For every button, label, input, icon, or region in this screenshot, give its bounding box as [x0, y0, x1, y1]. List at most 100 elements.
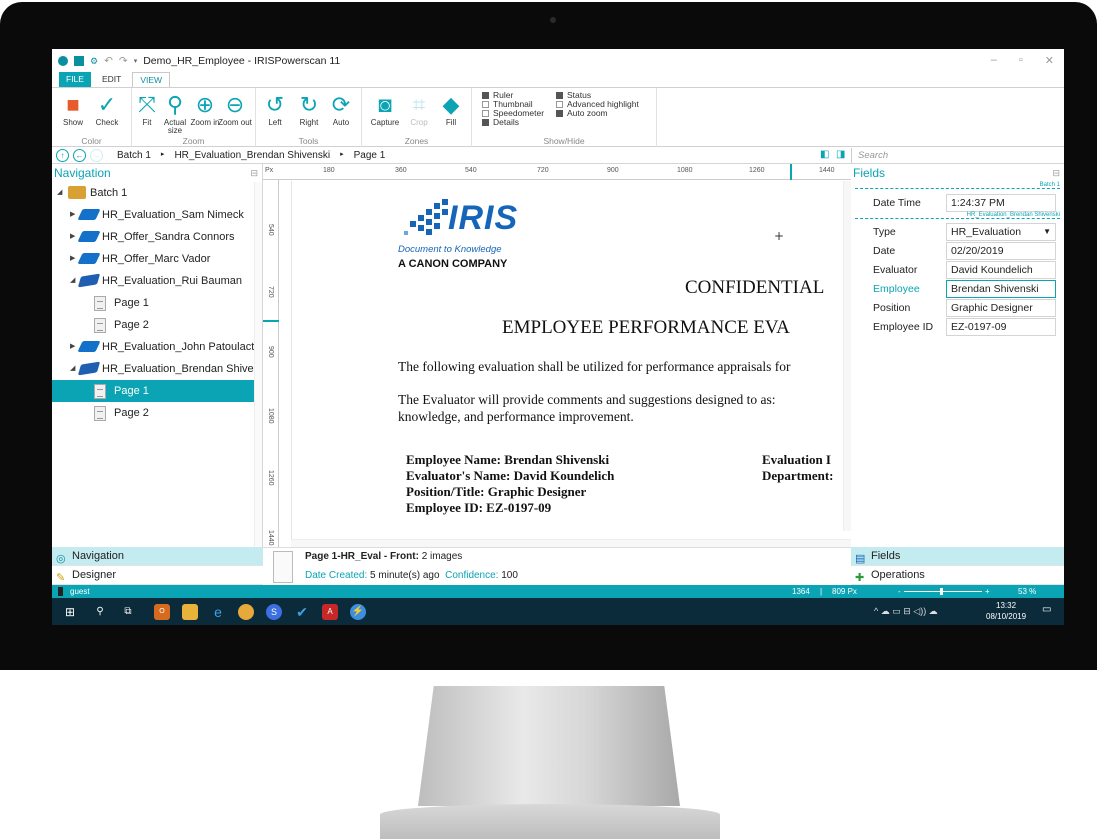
- tree-item-page[interactable]: Page 1: [52, 292, 262, 314]
- zoom-out-button[interactable]: ⊖ Zoom out: [218, 91, 252, 127]
- breadcrumb-item[interactable]: HR_Evaluation_Brendan Shivenski: [174, 150, 330, 161]
- type-dropdown[interactable]: HR_Evaluation ▼: [946, 223, 1056, 241]
- tree-item-document[interactable]: ▶ HR_Offer_Sandra Connors: [52, 226, 262, 248]
- operations-tab[interactable]: ✚ Operations: [851, 566, 1064, 585]
- capture-button[interactable]: ◙ Capture: [368, 91, 402, 127]
- windows-start-icon[interactable]: ⊞: [62, 604, 78, 620]
- skype-icon[interactable]: S: [266, 604, 282, 620]
- ruler-tick: 1260: [749, 167, 765, 174]
- document-horizontal-scrollbar[interactable]: [291, 539, 851, 547]
- field-value[interactable]: EZ-0197-09: [946, 318, 1056, 336]
- up-icon[interactable]: ↑: [56, 148, 69, 162]
- dropdown-arrow-icon: ▼: [1043, 227, 1051, 236]
- actual-size-button[interactable]: ⚲ Actual size: [158, 91, 192, 135]
- check-color-button[interactable]: ✓ Check: [90, 91, 124, 127]
- tree-item-page-selected[interactable]: Page 1: [52, 380, 262, 402]
- status-coord-x: 1364: [792, 587, 810, 596]
- field-value[interactable]: 02/20/2019: [946, 242, 1056, 260]
- ruler-marker: [790, 164, 792, 180]
- rotate-right-button[interactable]: ↻ Right: [292, 91, 326, 127]
- document-vertical-scrollbar[interactable]: [843, 181, 851, 531]
- ruler-unit: Px: [265, 167, 274, 174]
- open-folder-icon[interactable]: [74, 56, 84, 66]
- tab-file[interactable]: FILE: [59, 72, 91, 88]
- field-value[interactable]: 1:24:37 PM: [946, 194, 1056, 212]
- tree-item-document[interactable]: ▶ HR_Evaluation_John Patoulact: [52, 336, 262, 358]
- zoom-in-small-icon[interactable]: +: [985, 585, 990, 598]
- auto-zoom-checkbox[interactable]: Auto zoom: [556, 108, 608, 118]
- tree-item-document[interactable]: ◢ HR_Evaluation_Rui Bauman: [52, 270, 262, 292]
- field-value[interactable]: Brendan Shivenski: [946, 280, 1056, 298]
- document-page[interactable]: IRIS Document to Knowledge A CANON COMPA…: [291, 181, 846, 540]
- file-explorer-icon[interactable]: [182, 604, 198, 620]
- breadcrumb-item[interactable]: Page 1: [354, 150, 386, 161]
- navigation-scrollbar[interactable]: [254, 182, 262, 547]
- next-page-icon[interactable]: ◨: [836, 149, 845, 160]
- ruler-tick: 720: [537, 167, 549, 174]
- details-checkbox[interactable]: Details: [482, 117, 519, 127]
- doc-paragraph: The following evaluation shall be utiliz…: [398, 359, 791, 374]
- pdf-icon[interactable]: A: [322, 604, 338, 620]
- expand-arrow-icon[interactable]: ◢: [57, 182, 62, 204]
- monitor: ⚙ ↶ ↷ ▾ Demo_HR_Employee - IRISPowerscan…: [0, 0, 1097, 839]
- ribbon-group-label: Tools: [298, 136, 319, 146]
- auto-rotate-button[interactable]: ⟳ Auto: [324, 91, 358, 127]
- search-input[interactable]: Search: [851, 148, 1064, 163]
- tree-item-document[interactable]: ▶ HR_Evaluation_Sam Nimeck: [52, 204, 262, 226]
- system-tray-icons[interactable]: ^ ☁ ▭ ⊟ ◁)) ☁: [874, 606, 938, 617]
- designer-tab[interactable]: ✎ Designer: [52, 566, 263, 585]
- tab-view[interactable]: VIEW: [132, 72, 171, 88]
- check-app-icon[interactable]: ✔: [294, 604, 310, 620]
- tree-item-page[interactable]: Page 2: [52, 314, 262, 336]
- pin-icon[interactable]: ⊟: [250, 164, 258, 182]
- forward-icon[interactable]: →: [90, 148, 103, 162]
- breadcrumb-item[interactable]: Batch 1: [117, 150, 151, 161]
- search-icon[interactable]: ⚲: [92, 604, 108, 620]
- zoom-slider-thumb[interactable]: [940, 588, 943, 595]
- settings-icon[interactable]: ⚙: [90, 56, 98, 67]
- field-value[interactable]: David Koundelich: [946, 261, 1056, 279]
- ruler-tick: 1440: [819, 167, 835, 174]
- redo-icon[interactable]: ↷: [119, 55, 128, 67]
- notifications-icon[interactable]: ▭: [1042, 604, 1051, 615]
- tree-item-document[interactable]: ◢ HR_Evaluation_Brendan Shive: [52, 358, 262, 380]
- fill-button[interactable]: ◆ Fill: [434, 91, 468, 127]
- outlook-icon[interactable]: O: [154, 604, 170, 620]
- tab-edit[interactable]: EDIT: [95, 72, 128, 88]
- powerscan-icon[interactable]: ⚡: [350, 604, 366, 620]
- monitor-stand-base: [380, 804, 720, 839]
- zoom-out-small-icon[interactable]: -: [898, 585, 901, 598]
- crop-button[interactable]: ⌗ Crop: [402, 91, 436, 127]
- zoom-slider[interactable]: [904, 591, 982, 592]
- quick-access-dropdown-icon[interactable]: ▾: [134, 57, 138, 65]
- page-info-details: Date Created: 5 minute(s) ago Confidence…: [305, 570, 518, 581]
- pin-icon[interactable]: ⊟: [1052, 164, 1060, 182]
- doc-employee-name: Employee Name: Brendan Shivenski: [406, 452, 610, 467]
- edge-icon[interactable]: e: [210, 604, 226, 620]
- task-view-icon[interactable]: ⧉: [120, 604, 136, 620]
- prev-page-icon[interactable]: ◧: [820, 149, 829, 160]
- chrome-icon[interactable]: [238, 604, 254, 620]
- page-thumbnail[interactable]: [273, 551, 293, 583]
- fields-tab[interactable]: ▤ Fields: [851, 547, 1064, 566]
- back-icon[interactable]: ←: [73, 148, 86, 162]
- field-value[interactable]: Graphic Designer: [946, 299, 1056, 317]
- close-icon[interactable]: ✕: [1045, 54, 1054, 67]
- horizontal-ruler: Px 180 360 540 720 900 1080 1260 1440: [263, 164, 851, 180]
- zoom-in-button[interactable]: ⊕ Zoom in: [188, 91, 222, 127]
- tree-item-document[interactable]: ▶ HR_Offer_Marc Vador: [52, 248, 262, 270]
- rotate-right-icon: ↻: [299, 92, 319, 117]
- status-bar: guest 1364 | 809 Px - + 53 %: [52, 585, 1064, 598]
- rotate-left-button[interactable]: ↺ Left: [258, 91, 292, 127]
- show-color-button[interactable]: ■ Show: [56, 91, 90, 127]
- chevron-right-icon: ▸: [160, 150, 165, 158]
- navigation-tab[interactable]: ◎ Navigation: [52, 547, 263, 566]
- tree-item-batch[interactable]: ◢ Batch 1: [52, 182, 262, 204]
- minimize-icon[interactable]: –: [991, 54, 997, 67]
- menu-tabs: FILE EDIT VIEW: [52, 72, 171, 88]
- undo-icon[interactable]: ↶: [104, 55, 113, 67]
- doc-department: Department:: [762, 468, 834, 483]
- logo-canon-text: A CANON COMPANY: [398, 258, 508, 270]
- maximize-icon[interactable]: ▫: [1019, 54, 1023, 67]
- tree-item-page[interactable]: Page 2: [52, 402, 262, 424]
